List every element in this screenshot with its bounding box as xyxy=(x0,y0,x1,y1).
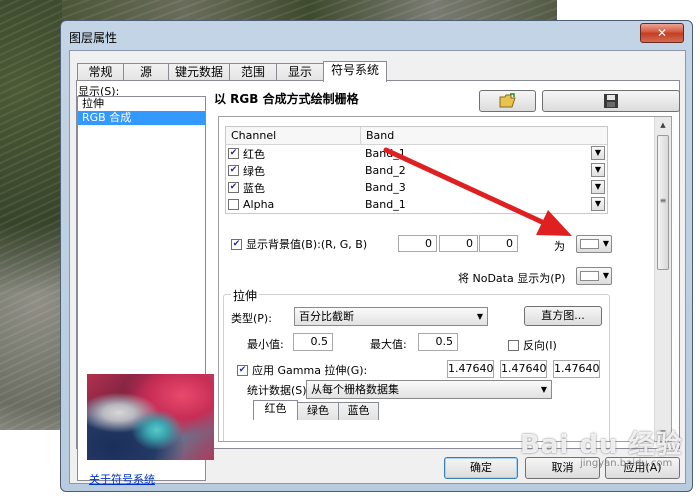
type-label: 类型(P): xyxy=(231,312,272,325)
min-value-input[interactable]: 0.5 xyxy=(293,333,333,351)
baidu-watermark-logo: Bai du 经验 xyxy=(520,430,683,460)
tab-blue[interactable]: 蓝色 xyxy=(338,402,379,420)
invert-label: 反向(I) xyxy=(523,339,557,352)
tab-metadata[interactable]: 键元数据 xyxy=(168,63,230,81)
band-select-alpha[interactable]: Band_1 xyxy=(361,198,607,211)
max-label: 最大值: xyxy=(370,338,407,351)
symbology-settings-pane: Channel Band ✔ 红色 Band_1 ▼ ✔ 绿色 Band_2 ▼ ✔… xyxy=(218,116,672,442)
chevron-down-icon[interactable]: ▼ xyxy=(591,163,605,177)
tab-general[interactable]: 常规 xyxy=(77,63,124,81)
tab-green[interactable]: 绿色 xyxy=(297,402,339,420)
channel-name: 绿色 xyxy=(243,164,265,178)
layer-properties-dialog: 图层属性 ✕ 常规 源 键元数据 范围 显示 符号系统 显示(S): 拉伸 RG… xyxy=(60,20,693,492)
nodata-label: 将 NoData 显示为(P) xyxy=(458,272,566,285)
stretch-type-value: 百分比截断 xyxy=(299,310,354,323)
channel-name: Alpha xyxy=(243,198,275,211)
channel-table-header: Channel Band xyxy=(226,127,607,145)
band-select-blue[interactable]: Band_3 xyxy=(361,181,607,194)
max-value-input[interactable]: 0.5 xyxy=(418,333,458,351)
invert-option: 反向(I) xyxy=(508,337,557,353)
show-item-rgb-composite[interactable]: RGB 合成 xyxy=(78,111,205,125)
about-symbology-link[interactable]: 关于符号系统 xyxy=(89,471,155,487)
background-value-label: 显示背景值(B):(R, G, B) xyxy=(246,238,368,251)
scroll-thumb[interactable]: ≡ xyxy=(657,135,669,270)
save-button[interactable] xyxy=(542,90,680,112)
nodata-color-picker[interactable]: ▼ xyxy=(576,267,612,285)
min-label: 最小值: xyxy=(247,338,284,351)
green-channel-checkbox[interactable]: ✔ xyxy=(228,165,239,176)
chevron-down-icon: ▼ xyxy=(602,271,609,280)
import-button[interactable] xyxy=(479,90,536,112)
background-value-checkbox[interactable]: ✔ xyxy=(231,238,242,250)
background-r-input[interactable]: 0 xyxy=(398,235,437,252)
channel-row-blue: ✔ 蓝色 Band_3 ▼ xyxy=(226,179,607,196)
red-channel-checkbox[interactable]: ✔ xyxy=(228,148,239,159)
folder-open-icon xyxy=(499,93,516,108)
background-value-row: ✔ 显示背景值(B):(R, G, B) xyxy=(231,236,367,252)
band-column-header: Band xyxy=(366,129,395,142)
background-g-input[interactable]: 0 xyxy=(439,235,478,252)
statistics-label: 统计数据(S) xyxy=(247,384,307,397)
gamma-blue-input[interactable]: 1.47640 xyxy=(553,360,600,378)
tab-source[interactable]: 源 xyxy=(123,63,169,81)
gamma-red-input[interactable]: 1.47640 xyxy=(447,360,494,378)
as-label: 为 xyxy=(554,240,565,253)
stretch-type-select[interactable]: 百分比截断 ▼ xyxy=(294,307,488,326)
chevron-down-icon[interactable]: ▼ xyxy=(591,180,605,194)
window-title: 图层属性 xyxy=(69,31,118,45)
background-satellite-image xyxy=(0,0,62,430)
ok-button[interactable]: 确定 xyxy=(444,457,518,479)
background-satellite-strip xyxy=(62,0,557,22)
close-button[interactable]: ✕ xyxy=(640,23,684,43)
stretch-group-label: 拉伸 xyxy=(231,287,260,304)
color-swatch xyxy=(580,239,599,249)
show-item-stretch[interactable]: 拉伸 xyxy=(78,97,205,111)
statistics-select[interactable]: 从每个栅格数据集 ▼ xyxy=(306,380,552,399)
color-swatch xyxy=(580,271,599,281)
gamma-label: 应用 Gamma 拉伸(G): xyxy=(252,364,368,377)
channel-row-green: ✔ 绿色 Band_2 ▼ xyxy=(226,162,607,179)
dialog-client-area: 常规 源 键元数据 范围 显示 符号系统 显示(S): 拉伸 RGB 合成 关于… xyxy=(69,50,686,486)
invert-checkbox[interactable] xyxy=(508,339,519,351)
band-select-green[interactable]: Band_2 xyxy=(361,164,607,177)
tab-display[interactable]: 显示 xyxy=(276,63,324,81)
chevron-down-icon: ▼ xyxy=(476,312,483,321)
close-icon: ✕ xyxy=(656,26,668,40)
channel-table: Channel Band ✔ 红色 Band_1 ▼ ✔ 绿色 Band_2 ▼ ✔… xyxy=(225,126,608,214)
statistics-value: 从每个栅格数据集 xyxy=(311,383,399,396)
gamma-green-input[interactable]: 1.47640 xyxy=(500,360,547,378)
render-title: 以 RGB 合成方式绘制栅格 xyxy=(214,92,359,106)
chevron-down-icon[interactable]: ▼ xyxy=(591,197,605,211)
gamma-option: ✔ 应用 Gamma 拉伸(G): xyxy=(237,362,367,378)
background-color-picker[interactable]: ▼ xyxy=(576,235,612,253)
chevron-down-icon[interactable]: ▼ xyxy=(591,146,605,160)
tab-symbology[interactable]: 符号系统 xyxy=(323,61,387,82)
channel-column-header: Channel xyxy=(226,127,361,144)
tab-extent[interactable]: 范围 xyxy=(229,63,277,81)
channel-name: 蓝色 xyxy=(243,181,265,195)
blue-channel-checkbox[interactable]: ✔ xyxy=(228,182,239,193)
tab-red[interactable]: 红色 xyxy=(253,400,298,420)
band-select-red[interactable]: Band_1 xyxy=(361,147,607,160)
histogram-button[interactable]: 直方图... xyxy=(524,306,602,326)
vertical-scrollbar[interactable]: ▲ ≡ ▼ xyxy=(654,117,671,441)
symbology-preview-image xyxy=(87,374,214,460)
title-bar[interactable]: 图层属性 ✕ xyxy=(61,21,692,51)
show-list: 拉伸 RGB 合成 关于符号系统 xyxy=(77,96,214,486)
chevron-down-icon: ▼ xyxy=(540,385,547,394)
chevron-down-icon: ▼ xyxy=(602,239,609,248)
baidu-watermark-url: jingyan.baidu.com xyxy=(580,458,673,469)
background-b-input[interactable]: 0 xyxy=(479,235,518,252)
alpha-channel-checkbox[interactable] xyxy=(228,199,239,210)
channel-row-red: ✔ 红色 Band_1 ▼ xyxy=(226,145,607,162)
channel-row-alpha: Alpha Band_1 ▼ xyxy=(226,196,607,213)
scroll-up-icon[interactable]: ▲ xyxy=(655,117,671,133)
channel-name: 红色 xyxy=(243,147,265,161)
gamma-checkbox[interactable]: ✔ xyxy=(237,364,248,376)
save-disk-icon xyxy=(604,94,618,108)
